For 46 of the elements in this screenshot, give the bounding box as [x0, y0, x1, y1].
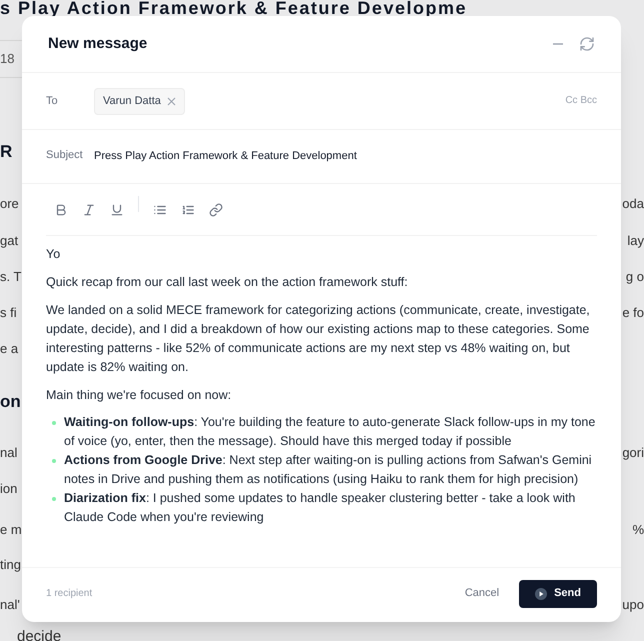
page-text: ion: [0, 482, 18, 495]
to-label: To: [46, 94, 59, 109]
section-heading: R: [0, 143, 12, 160]
page-text: %: [632, 523, 644, 536]
page-text: lay: [627, 234, 644, 247]
bullet-icon: [52, 459, 56, 463]
bullet-icon: [52, 421, 56, 425]
page-title: s Play Action Framework & Feature Developme: [0, 0, 467, 16]
page-text: upo: [622, 598, 644, 611]
dialog-title: New message: [48, 34, 148, 54]
page-text: e fo: [622, 306, 644, 319]
page-text: ore: [0, 197, 19, 210]
page-text: decide: [17, 629, 62, 641]
page-text: gat: [0, 234, 18, 247]
page-text: oda: [622, 197, 644, 210]
page-text: gori: [622, 446, 644, 459]
bullet-icon: [52, 497, 56, 501]
bold-icon[interactable]: [54, 202, 68, 216]
message-paragraph: We landed on a solid MECE framework for categorizing actions (communicate, create, investigate, update, decide), and I did a breakdown of how our existing actions map to these categories. Some interesting patterns - like 52% of communicate actions are my next step vs 48% waiting on, but update is 82% waiting on.: [46, 302, 591, 376]
link-icon[interactable]: [209, 202, 223, 216]
subject-label: Subject: [46, 148, 84, 164]
play-icon: [535, 588, 548, 600]
page-text: e a: [0, 342, 18, 355]
message-paragraph: Main thing we're focused on now:: [46, 387, 232, 404]
send-button[interactable]: Send: [519, 580, 597, 608]
refresh-button[interactable]: [579, 36, 595, 52]
cancel-button[interactable]: Cancel: [464, 585, 500, 602]
underline-icon[interactable]: [110, 202, 124, 216]
section-heading: on: [0, 393, 21, 410]
recipient-count: 1 recipient: [46, 587, 94, 601]
page-text: e m: [0, 523, 22, 536]
page-text: nal: [0, 446, 18, 459]
page-text: g o: [626, 270, 644, 283]
page-text: 18: [0, 52, 14, 65]
page-text: s fi: [0, 306, 17, 319]
page-text: s. T: [0, 270, 22, 283]
message-paragraph: Yo: [46, 246, 62, 263]
list-item-text: Actions from Google Drive: Next step after waiting-on is pulling actions from Safwan's Gemini notes in Drive and pushing them as notifications (using Haiku to rank them for high precision): [64, 452, 593, 488]
list-item-text: Diarization fix: I pushed some updates to handle speaker clustering better - take a look with Claude Code when you're reviewing: [64, 490, 576, 526]
list-item-text: Waiting-on follow-ups: You're building the feature to auto-generate Slack follow-ups in my tone of voice (yo, enter, then the message). Should have this merged today if possible: [64, 414, 596, 450]
page-text: ting: [0, 558, 21, 571]
message-paragraph: Quick recap from our call last week on the action framework stuff:: [46, 274, 409, 291]
page-text: nal': [0, 598, 20, 611]
subject-field[interactable]: Press Play Action Framework & Feature Development: [94, 148, 357, 165]
recipient-name: Varun Datta: [103, 94, 161, 109]
italic-icon[interactable]: [82, 202, 96, 216]
